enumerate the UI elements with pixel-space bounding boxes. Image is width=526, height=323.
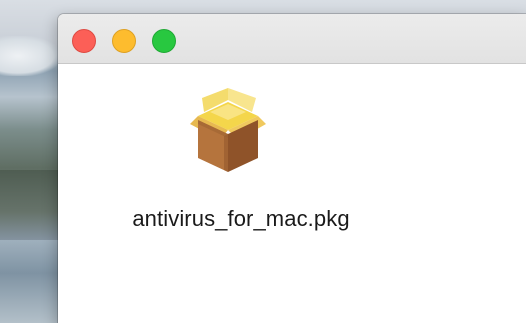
package-icon[interactable] bbox=[190, 82, 266, 174]
file-item[interactable]: antivirus_for_mac.pkg bbox=[106, 82, 376, 252]
minimize-button[interactable] bbox=[112, 29, 136, 53]
wallpaper-lake bbox=[0, 240, 60, 323]
wallpaper-hill bbox=[0, 170, 60, 240]
window-content[interactable]: antivirus_for_mac.pkg bbox=[58, 64, 526, 323]
window-titlebar[interactable] bbox=[58, 14, 526, 64]
close-button[interactable] bbox=[72, 29, 96, 53]
wallpaper-cloud bbox=[0, 36, 60, 76]
file-name-label[interactable]: antivirus_for_mac.pkg bbox=[106, 206, 376, 232]
finder-window[interactable]: antivirus_for_mac.pkg bbox=[58, 14, 526, 323]
zoom-button[interactable] bbox=[152, 29, 176, 53]
